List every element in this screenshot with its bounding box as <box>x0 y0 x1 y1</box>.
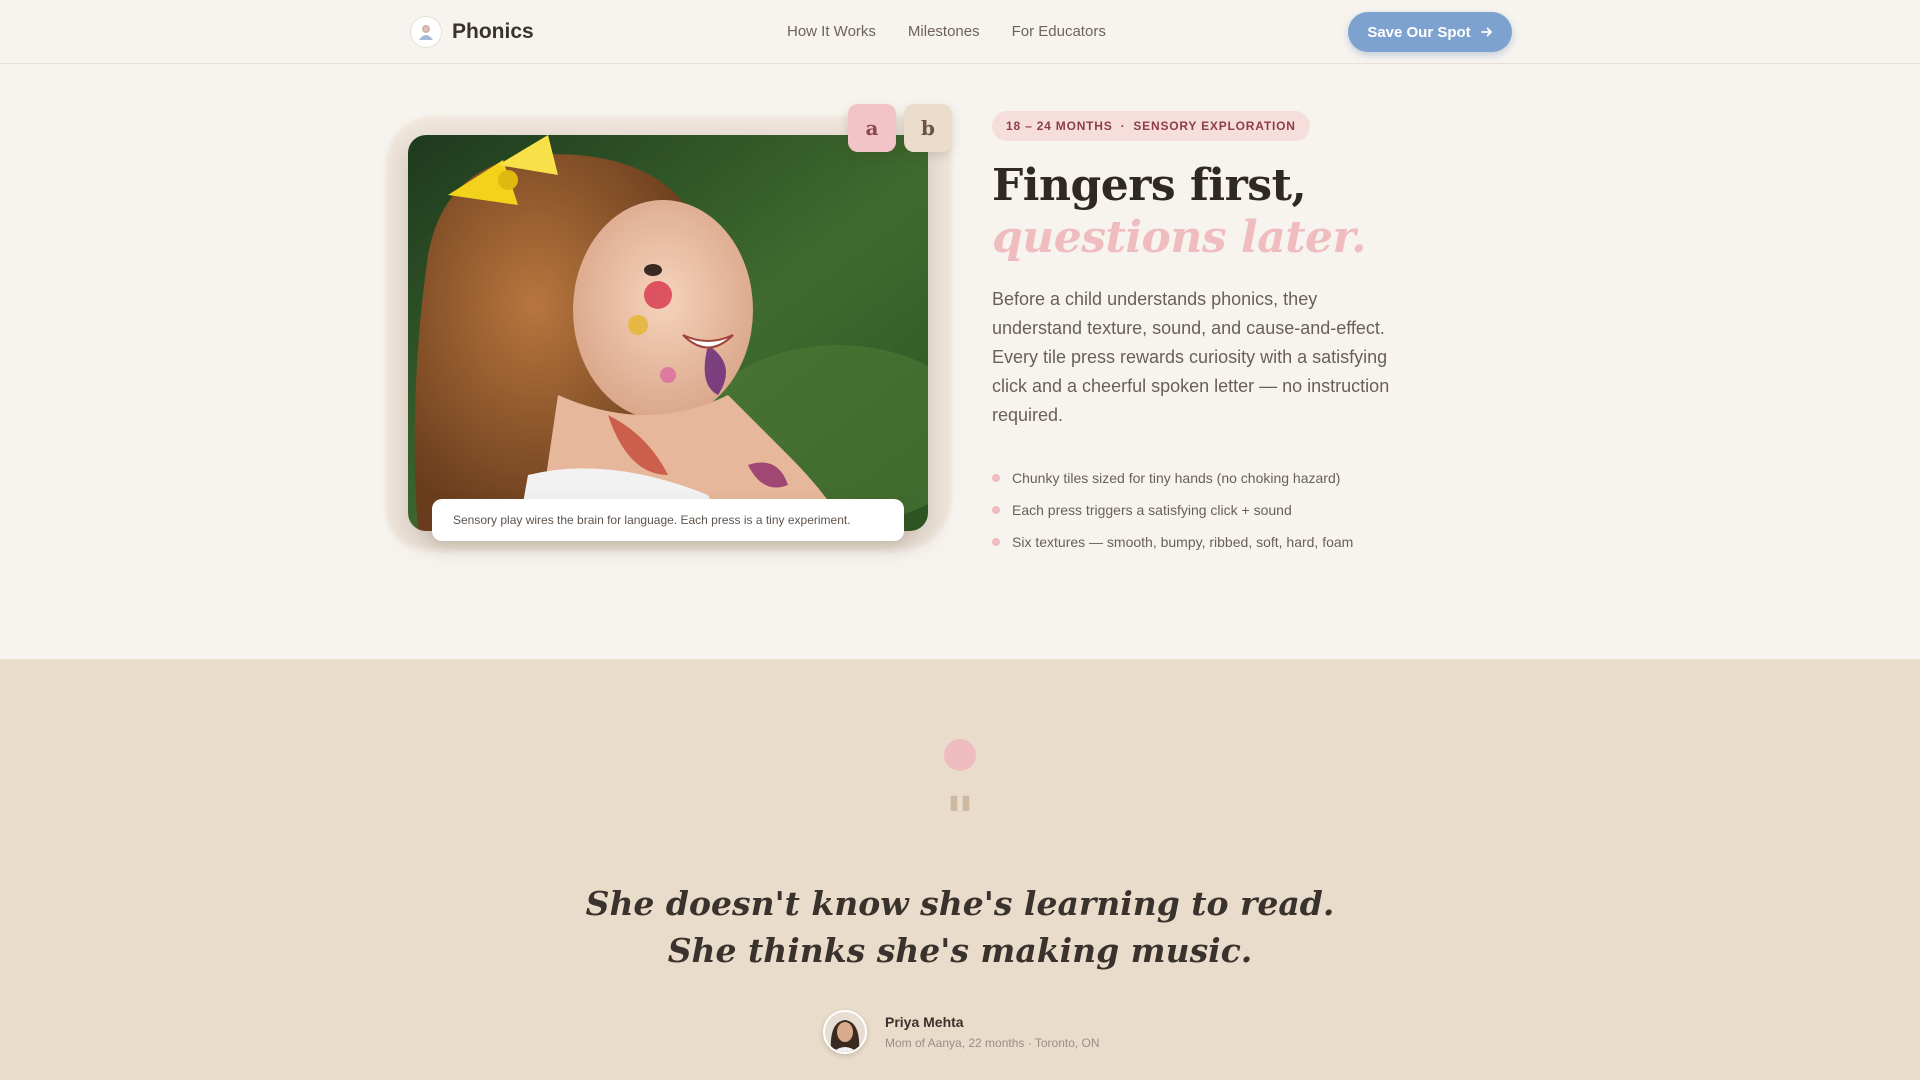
avatar <box>823 1010 867 1054</box>
nav-links: How It Works Milestones For Educators <box>787 23 1106 40</box>
letter-tile-a[interactable]: a <box>848 104 896 152</box>
age-badge: 18 – 24 MONTHS · SENSORY EXPLORATION <box>992 111 1310 141</box>
list-item: Each press triggers a satisfying click +… <box>992 494 1353 526</box>
feature-text: Each press triggers a satisfying click +… <box>1012 502 1292 518</box>
feature-list: Chunky tiles sized for tiny hands (no ch… <box>992 462 1353 558</box>
save-our-spot-button[interactable]: Save Our Spot <box>1348 12 1512 52</box>
brand-name: Phonics <box>452 20 534 43</box>
testimonial-quote: She doesn't know she's learning to read.… <box>585 884 1335 970</box>
list-item: Six textures — smooth, bumpy, ribbed, so… <box>992 526 1353 558</box>
badge-age: 18 – 24 MONTHS <box>1006 119 1113 133</box>
nav-link-for-educators[interactable]: For Educators <box>1012 23 1106 40</box>
feature-text: Chunky tiles sized for tiny hands (no ch… <box>1012 470 1341 486</box>
hero-intro: Before a child understands phonics, they… <box>992 289 1390 425</box>
brand-logo-icon <box>410 16 442 48</box>
feature-text: Six textures — smooth, bumpy, ribbed, so… <box>1012 534 1354 550</box>
hero-headline: Fingers first, questions later. <box>992 160 1367 264</box>
headline-line-1: Fingers first, <box>992 160 1307 211</box>
author-meta: Mom of Aanya, 22 months · Toronto, ON <box>885 1036 1100 1050</box>
arrow-right-icon <box>1480 27 1492 37</box>
letter-tile-b[interactable]: b <box>904 104 952 152</box>
decorative-dot-icon <box>944 739 976 771</box>
nav-link-how-it-works[interactable]: How It Works <box>787 23 876 40</box>
photo-caption: Sensory play wires the brain for languag… <box>432 499 904 541</box>
author-name: Priya Mehta <box>885 1014 964 1030</box>
headline-line-2: questions later. <box>992 212 1367 263</box>
nav-link-milestones[interactable]: Milestones <box>908 23 980 40</box>
bullet-dot-icon <box>992 474 1000 482</box>
brand[interactable]: Phonics <box>410 16 534 48</box>
testimonial-author: Priya Mehta Mom of Aanya, 22 months · To… <box>823 1010 1100 1054</box>
child-photo <box>408 135 928 531</box>
bullet-dot-icon <box>992 538 1000 546</box>
bullet-dot-icon <box>992 506 1000 514</box>
quote-mark-icon: " <box>945 785 975 851</box>
save-our-spot-label: Save Our Spot <box>1367 23 1471 41</box>
badge-separator: · <box>1120 119 1126 133</box>
list-item: Chunky tiles sized for tiny hands (no ch… <box>992 462 1353 494</box>
top-nav: Phonics How It Works Milestones For Educ… <box>0 0 1920 64</box>
badge-topic: SENSORY EXPLORATION <box>1133 119 1296 133</box>
